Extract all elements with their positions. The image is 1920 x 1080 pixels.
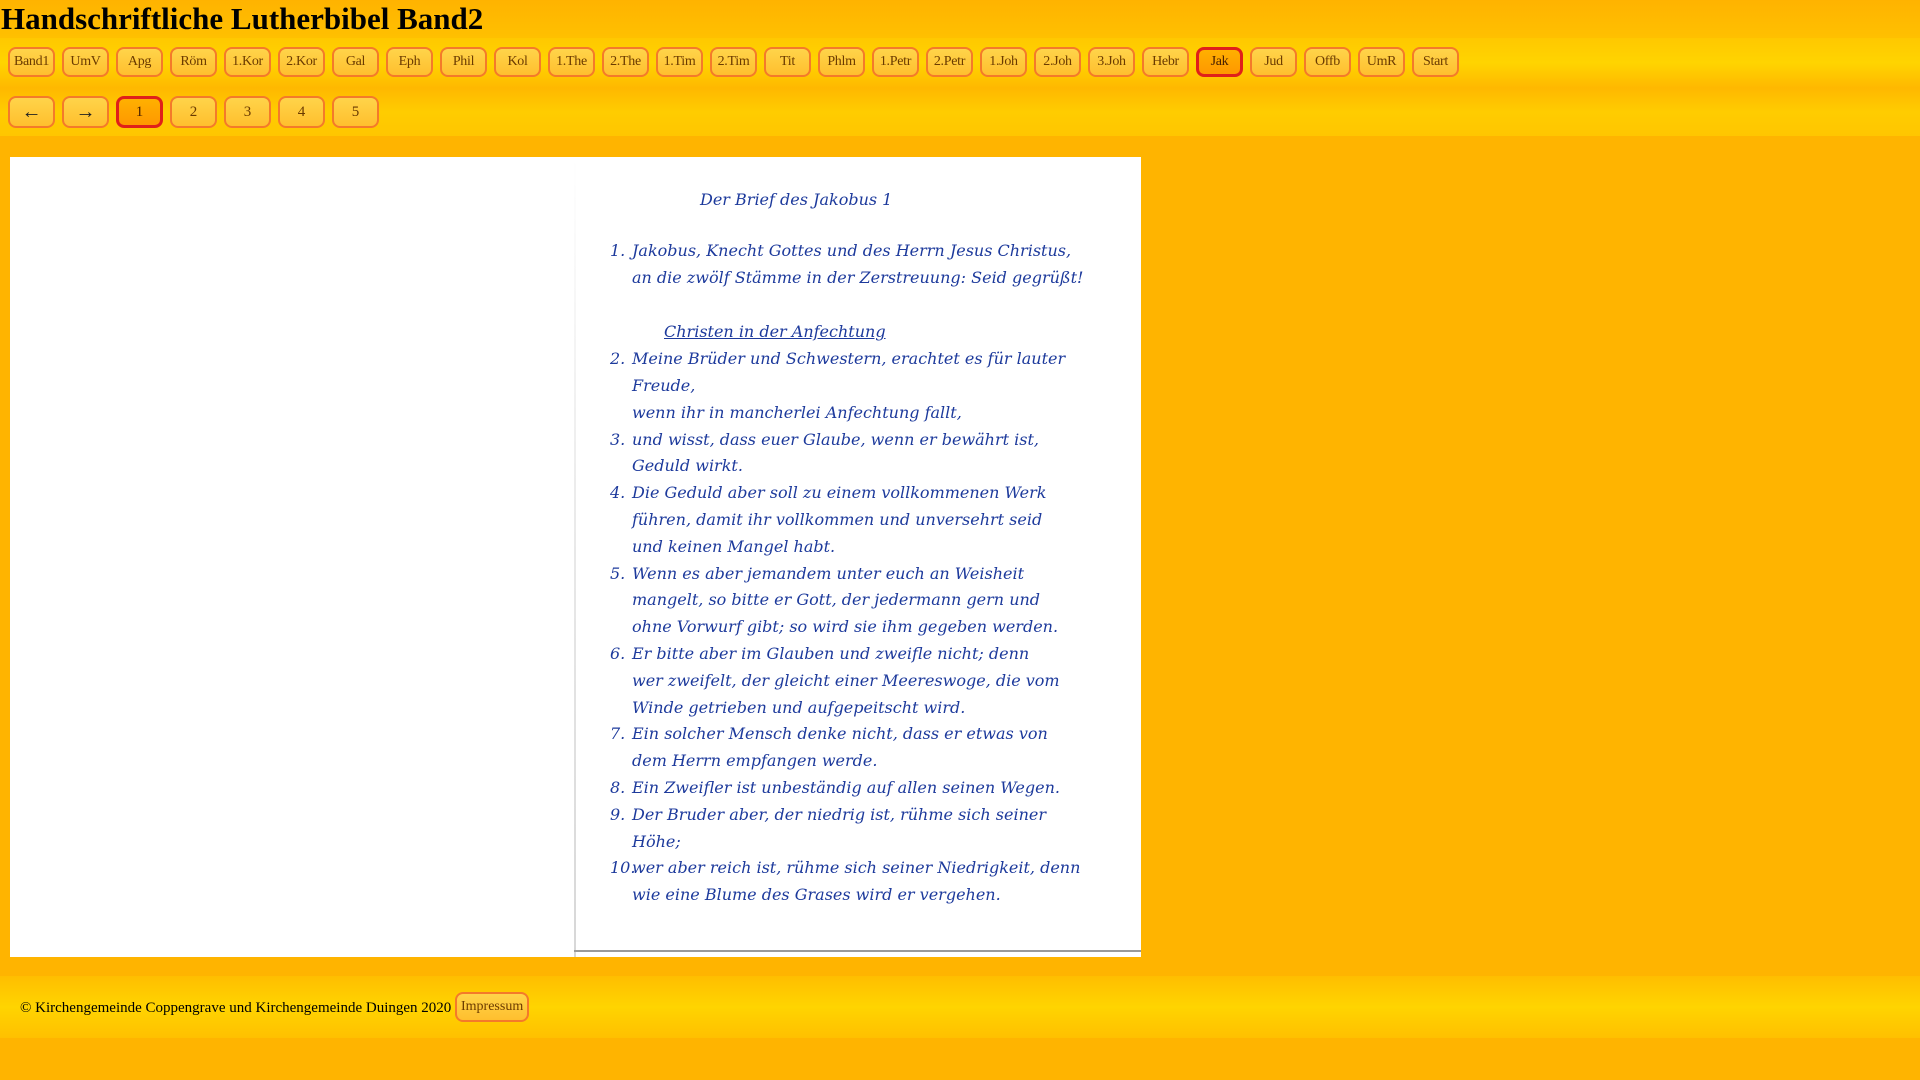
verse-line: an die zwölf Stämme in der Zerstreuung: …	[632, 267, 1084, 287]
verse-line: wie eine Blume des Grases wird er vergeh…	[632, 885, 1001, 905]
book-button[interactable]: UmV	[62, 47, 109, 77]
verse-number: 1.	[610, 240, 626, 260]
verse-text: Wenn es aber jemandem unter euch an Weis…	[632, 561, 1130, 641]
verse-text: wer aber reich ist, rühme sich seiner Ni…	[632, 855, 1130, 909]
page-nav: ← → 12345	[8, 96, 386, 128]
page-button[interactable]: 5	[332, 96, 379, 128]
book-button[interactable]: Gal	[332, 47, 379, 77]
verse-text: Jakobus, Knecht Gottes und des Herrn Jes…	[632, 238, 1130, 292]
book-nav: Band1 UmV Apg Röm 1.Kor 2.Kor Gal Eph Phil Kol 1.T…	[8, 47, 1466, 77]
verse-list: 2. Meine Brüder und Schwestern, erachtet …	[610, 346, 1130, 909]
book-button[interactable]: 1.Petr	[872, 47, 919, 77]
book-button[interactable]: 2.Kor	[278, 47, 325, 77]
verse-line: Der Bruder aber, der niedrig ist, rühme …	[632, 804, 1046, 824]
verse-line: Meine Brüder und Schwestern, erachtet es…	[632, 349, 1066, 395]
page-button[interactable]: 2	[170, 96, 217, 128]
impressum-button[interactable]: Impressum	[455, 992, 530, 1022]
verse-line: Die Geduld aber soll zu einem vollkommen…	[632, 483, 1047, 503]
header-bar: Handschriftliche Lutherbibel Band2	[0, 0, 1920, 38]
verse-text: Ein solcher Mensch denke nicht, dass er …	[632, 721, 1130, 775]
verse-line: Winde getrieben und aufgepeitscht wird.	[632, 697, 966, 717]
verse-line: Er bitte aber im Glauben und zweifle nic…	[632, 643, 1030, 663]
page-button[interactable]: 4	[278, 96, 325, 128]
book-button[interactable]: 1.Joh	[980, 47, 1027, 77]
page-button[interactable]: 3	[224, 96, 271, 128]
verse: 1. Jakobus, Knecht Gottes und des Herrn …	[610, 238, 1130, 292]
verse-line: wer aber reich ist, rühme sich seiner Ni…	[632, 858, 1081, 878]
verse-line: und keinen Mangel habt.	[632, 536, 836, 556]
book-button[interactable]: Start	[1412, 47, 1459, 77]
page-fold	[574, 157, 576, 957]
book-button[interactable]: Offb	[1304, 47, 1351, 77]
verse-line: dem Herrn empfangen werde.	[632, 751, 878, 771]
page-edge	[574, 950, 1141, 952]
book-button[interactable]: Phlm	[818, 47, 865, 77]
book-button[interactable]: 2.The	[602, 47, 649, 77]
verse-line: wer zweifelt, der gleicht einer Meereswo…	[632, 670, 1060, 690]
verse-line: führen, damit ihr vollkommen und unverse…	[632, 509, 1043, 529]
verse-number: 7.	[610, 724, 626, 744]
verse-text: Die Geduld aber soll zu einem vollkommen…	[632, 480, 1130, 560]
verse-line: wenn ihr in mancherlei Anfechtung fallt,	[632, 402, 962, 422]
verse-text: Ein Zweifler ist unbeständig auf allen s…	[632, 775, 1130, 802]
verse-line: Geduld wirkt.	[632, 456, 743, 476]
verse: 8. Ein Zweifler ist unbeständig auf allen…	[610, 775, 1130, 802]
book-button[interactable]: Kol	[494, 47, 541, 77]
verse-line: und wisst, dass euer Glaube, wenn er bew…	[632, 429, 1039, 449]
verse-line: mangelt, so bitte er Gott, der jedermann…	[632, 590, 1041, 610]
book-button[interactable]: 1.Tim	[656, 47, 703, 77]
copyright-text: © Kirchengemeinde Coppengrave und Kirche…	[20, 1000, 452, 1016]
verse: 5. Wenn es aber jemandem unter euch an We…	[610, 561, 1130, 641]
verse-number: 10.	[610, 858, 636, 878]
verse-text: Meine Brüder und Schwestern, erachtet es…	[632, 346, 1130, 426]
book-button[interactable]: Phil	[440, 47, 487, 77]
book-button[interactable]: UmR	[1358, 47, 1405, 77]
book-button[interactable]: Röm	[170, 47, 217, 77]
book-button[interactable]: Jak	[1196, 47, 1243, 77]
verse: 7. Ein solcher Mensch denke nicht, dass e…	[610, 721, 1130, 775]
verse-line: Jakobus, Knecht Gottes und des Herrn Jes…	[632, 240, 1072, 260]
verse-line: Ein Zweifler ist unbeständig auf allen s…	[632, 777, 1060, 797]
verse-number: 2.	[610, 349, 626, 369]
verse-line: Ein solcher Mensch denke nicht, dass er …	[632, 724, 1048, 744]
verse-number: 9.	[610, 804, 626, 824]
book-button[interactable]: 3.Joh	[1088, 47, 1135, 77]
book-button[interactable]: Hebr	[1142, 47, 1189, 77]
verse-line: ohne Vorwurf gibt; so wird sie ihm gegeb…	[632, 617, 1059, 637]
verse: 3. und wisst, dass euer Glaube, wenn er b…	[610, 427, 1130, 481]
book-button[interactable]: 2.Tim	[710, 47, 757, 77]
verse-number: 6.	[610, 643, 626, 663]
verse-text: Der Bruder aber, der niedrig ist, rühme …	[632, 802, 1130, 856]
book-button[interactable]: 1.The	[548, 47, 595, 77]
section-heading: Christen in der Anfechtung	[664, 322, 886, 342]
book-button[interactable]: Apg	[116, 47, 163, 77]
manuscript-page: Der Brief des Jakobus 1 1. Jakobus, Knec…	[610, 187, 1130, 909]
verse: 9. Der Bruder aber, der niedrig ist, rühm…	[610, 802, 1130, 856]
verse: 2. Meine Brüder und Schwestern, erachtet …	[610, 346, 1130, 426]
book-button[interactable]: 1.Kor	[224, 47, 271, 77]
book-button[interactable]: Jud	[1250, 47, 1297, 77]
verse-number: 8.	[610, 777, 626, 797]
verse-text: Er bitte aber im Glauben und zweifle nic…	[632, 641, 1130, 721]
verse-number: 4.	[610, 483, 626, 503]
verse: 6. Er bitte aber im Glauben und zweifle n…	[610, 641, 1130, 721]
book-button[interactable]: 2.Joh	[1034, 47, 1081, 77]
manuscript-heading: Der Brief des Jakobus 1	[700, 190, 893, 209]
prev-page-button[interactable]: ←	[8, 96, 55, 128]
book-button[interactable]: 2.Petr	[926, 47, 973, 77]
verse-number: 5.	[610, 563, 626, 583]
verse-line: Höhe;	[632, 831, 681, 851]
verse-line: Wenn es aber jemandem unter euch an Weis…	[632, 563, 1025, 583]
page-button[interactable]: 1	[116, 96, 163, 128]
book-button[interactable]: Band1	[8, 47, 55, 77]
verse-text: und wisst, dass euer Glaube, wenn er bew…	[632, 427, 1130, 481]
verse: 4. Die Geduld aber soll zu einem vollkomm…	[610, 480, 1130, 560]
next-page-button[interactable]: →	[62, 96, 109, 128]
manuscript-viewer: Der Brief des Jakobus 1 1. Jakobus, Knec…	[10, 157, 1141, 957]
site-title: Handschriftliche Lutherbibel Band2	[1, 1, 484, 36]
verse: 10. wer aber reich ist, rühme sich seiner…	[610, 855, 1130, 909]
verse-number: 3.	[610, 429, 626, 449]
book-button[interactable]: Eph	[386, 47, 433, 77]
book-button[interactable]: Tit	[764, 47, 811, 77]
